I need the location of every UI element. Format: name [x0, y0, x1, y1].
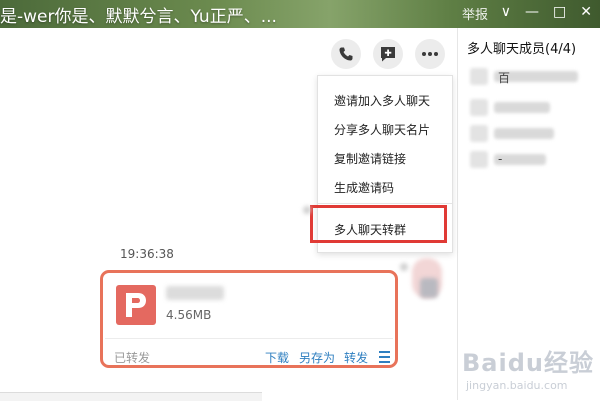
minimize-button[interactable]: —	[525, 4, 539, 20]
window-controls: ∨ — □ ✕	[501, 4, 592, 20]
ppt-file-icon	[116, 285, 156, 325]
watermark-url: jingyan.baidu.com	[466, 379, 568, 392]
member-item[interactable]	[470, 125, 582, 142]
member-name-char: 百	[498, 71, 511, 85]
more-icon	[422, 52, 438, 56]
window-title: 是-wer你是、默默兮言、Yu正严、...	[0, 7, 277, 27]
menu-item-share-card[interactable]: 分享多人聊天名片	[334, 121, 430, 138]
decor-dot	[303, 206, 311, 214]
download-link[interactable]: 下载	[265, 349, 289, 366]
menu-item-invite-code[interactable]: 生成邀请码	[334, 179, 394, 196]
file-type-icon	[126, 293, 146, 317]
menu-item-copy-link[interactable]: 复制邀请链接	[334, 150, 406, 167]
card-divider	[105, 338, 393, 339]
baidu-watermark: Baidu经验 jingyan.baidu.com	[462, 343, 600, 400]
maximize-button[interactable]: □	[553, 4, 566, 20]
panel-divider	[457, 28, 458, 400]
file-size: 4.56MB	[166, 308, 212, 322]
sender-avatar-detail	[420, 278, 438, 298]
member-item[interactable]: 百	[470, 68, 582, 85]
file-message-card[interactable]: 4.56MB 已转发 下载 另存为 转发	[100, 270, 398, 368]
phone-button[interactable]	[331, 39, 361, 69]
member-avatar	[470, 151, 488, 168]
member-name	[494, 102, 550, 113]
decor-dot	[400, 263, 408, 271]
member-name-char: -	[498, 152, 503, 166]
member-item[interactable]: -	[470, 151, 582, 168]
forward-status: 已转发	[114, 351, 151, 365]
message-timestamp: 19:36:38	[120, 247, 174, 261]
member-name	[494, 128, 554, 139]
collapse-icon[interactable]: ∨	[501, 4, 511, 20]
member-item[interactable]	[470, 99, 582, 116]
members-panel-title: 多人聊天成员(4/4)	[467, 42, 577, 57]
report-link[interactable]: 举报	[462, 4, 488, 23]
member-avatar	[470, 125, 488, 142]
add-chat-icon	[381, 47, 395, 62]
add-chat-button[interactable]	[373, 39, 403, 69]
highlight-annotation	[310, 205, 447, 243]
menu-item-invite[interactable]: 邀请加入多人聊天	[334, 92, 430, 109]
phone-icon	[339, 47, 353, 61]
member-avatar	[470, 68, 488, 85]
window-titlebar: 是-wer你是、默默兮言、Yu正严、... 举报 ∨ — □ ✕	[0, 0, 600, 28]
more-button[interactable]	[415, 39, 445, 69]
close-button[interactable]: ✕	[580, 4, 592, 20]
forward-link[interactable]: 转发	[344, 349, 368, 366]
member-avatar	[470, 99, 488, 116]
watermark-logo: Baidu经验	[462, 349, 594, 377]
menu-separator	[318, 203, 452, 204]
menu-icon[interactable]	[379, 351, 390, 366]
file-name	[166, 286, 224, 300]
save-as-link[interactable]: 另存为	[299, 349, 335, 366]
